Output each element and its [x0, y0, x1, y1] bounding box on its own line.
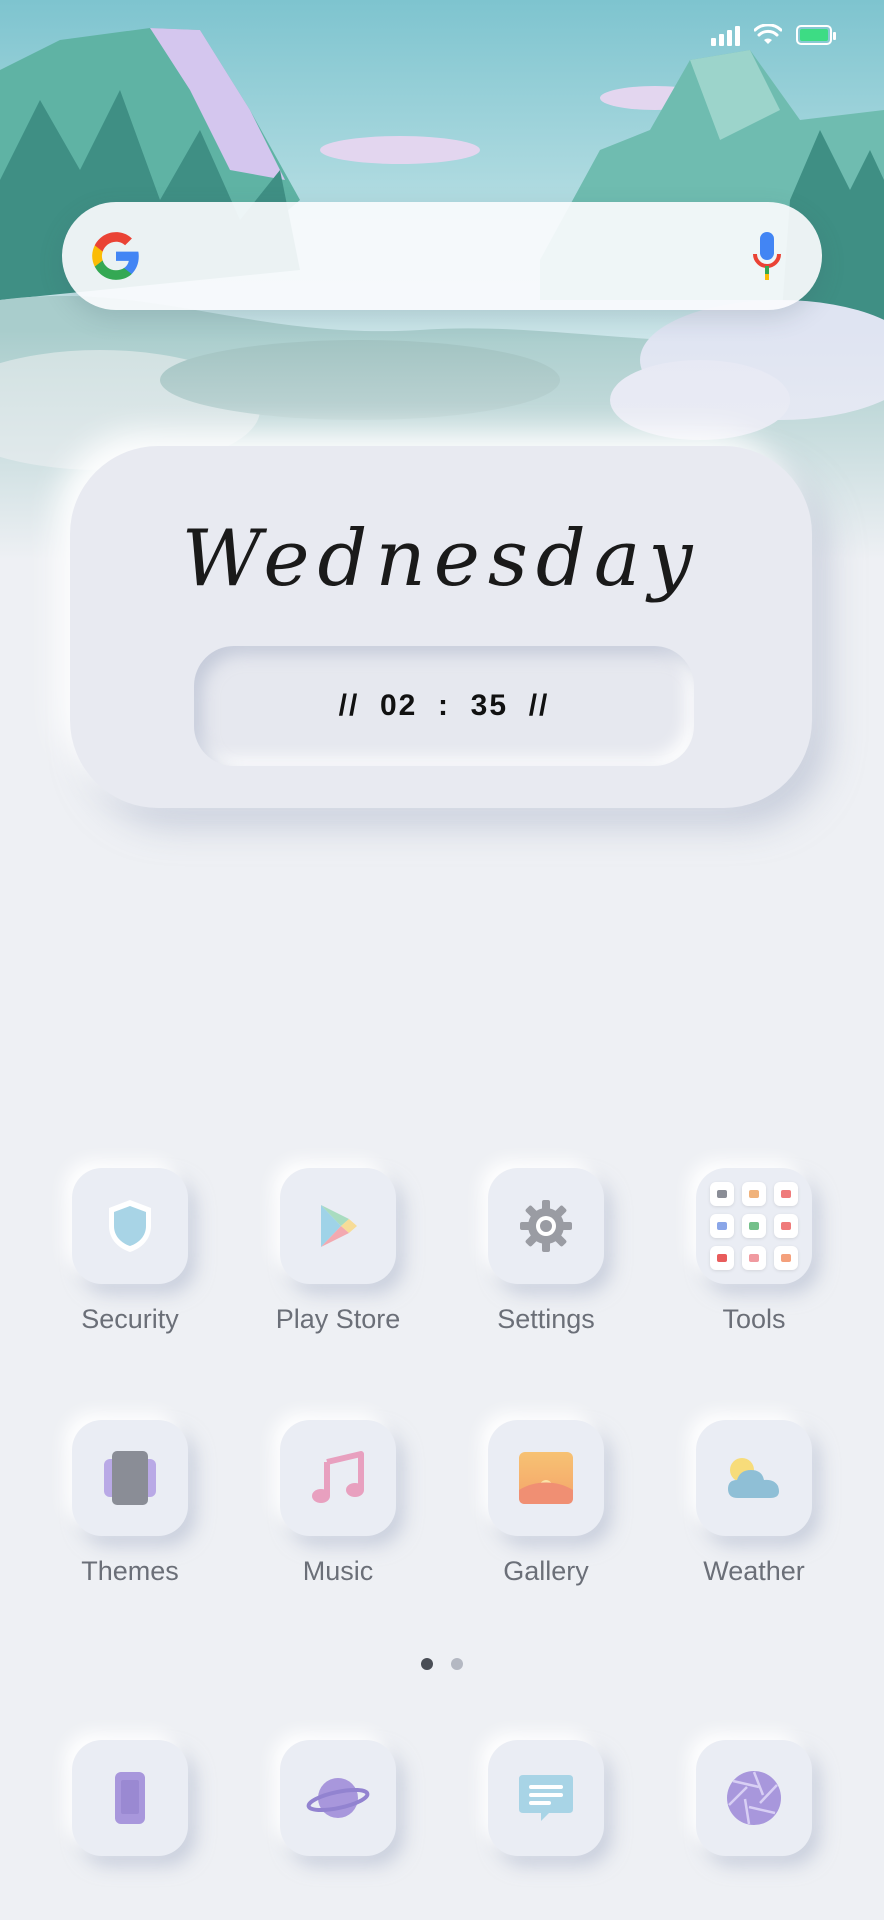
app-security[interactable]: Security — [40, 1168, 220, 1335]
app-weather[interactable]: Weather — [664, 1420, 844, 1587]
time-display: // 02 : 35 // — [194, 646, 694, 766]
app-music[interactable]: Music — [248, 1420, 428, 1587]
dock-browser[interactable] — [248, 1740, 428, 1856]
app-label: Security — [81, 1304, 179, 1334]
app-label: Settings — [497, 1304, 595, 1334]
tools-folder-tile[interactable] — [696, 1168, 812, 1284]
day-of-week: Wednesday — [181, 514, 701, 604]
phone-icon — [115, 1772, 145, 1824]
messages-icon — [519, 1775, 573, 1821]
app-settings[interactable]: Settings — [456, 1168, 636, 1335]
play-store-tile[interactable] — [280, 1168, 396, 1284]
google-search-bar[interactable] — [62, 202, 822, 310]
messages-tile[interactable] — [488, 1740, 604, 1856]
time-text: // 02 : 35 // — [338, 689, 550, 722]
gear-icon — [520, 1200, 572, 1252]
wifi-icon — [754, 24, 782, 44]
phone-tile[interactable] — [72, 1740, 188, 1856]
app-label: Music — [302, 1556, 374, 1586]
page-dot-2[interactable] — [451, 1658, 463, 1670]
app-label: Themes — [81, 1556, 179, 1586]
music-note-icon — [312, 1451, 364, 1503]
camera-aperture-icon — [727, 1771, 781, 1825]
signal-bars-icon — [711, 24, 740, 46]
page-indicator — [0, 1658, 884, 1670]
clock-widget[interactable]: Wednesday // 02 : 35 // — [70, 446, 812, 808]
microphone-icon[interactable] — [752, 230, 782, 282]
dock-messages[interactable] — [456, 1740, 636, 1856]
browser-tile[interactable] — [280, 1740, 396, 1856]
app-label: Tools — [722, 1304, 786, 1334]
page-dot-1[interactable] — [421, 1658, 433, 1670]
app-themes[interactable]: Themes — [40, 1420, 220, 1587]
camera-tile[interactable] — [696, 1740, 812, 1856]
tools-folder-icon — [710, 1182, 798, 1270]
dock-camera[interactable] — [664, 1740, 844, 1856]
app-label: Weather — [703, 1556, 805, 1586]
security-tile[interactable] — [72, 1168, 188, 1284]
play-store-icon — [321, 1205, 357, 1247]
gallery-tile[interactable] — [488, 1420, 604, 1536]
settings-tile[interactable] — [488, 1168, 604, 1284]
app-gallery[interactable]: Gallery — [456, 1420, 636, 1587]
app-play-store[interactable]: Play Store — [248, 1168, 428, 1335]
themes-tile[interactable] — [72, 1420, 188, 1536]
battery-icon — [796, 25, 836, 45]
themes-icon — [104, 1451, 156, 1505]
weather-tile[interactable] — [696, 1420, 812, 1536]
app-label: Gallery — [503, 1556, 589, 1586]
browser-planet-icon — [306, 1778, 370, 1818]
status-bar — [711, 24, 836, 46]
app-label: Play Store — [275, 1304, 401, 1334]
dock-phone[interactable] — [40, 1740, 220, 1856]
google-g-icon — [92, 232, 139, 280]
weather-icon — [728, 1458, 779, 1498]
music-tile[interactable] — [280, 1420, 396, 1536]
shield-icon — [109, 1200, 151, 1252]
folder-tools[interactable]: Tools — [664, 1168, 844, 1335]
gallery-icon — [519, 1452, 573, 1504]
